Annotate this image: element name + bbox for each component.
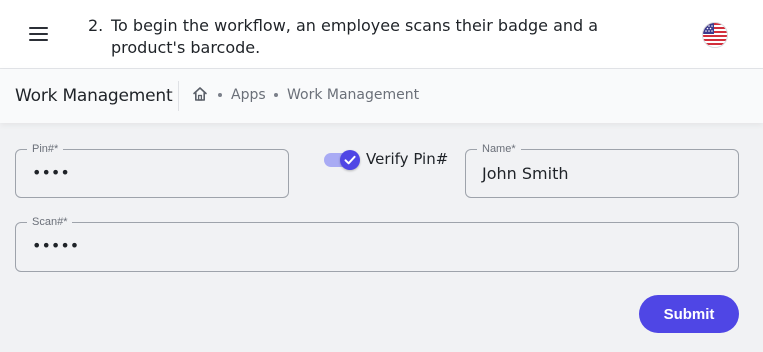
scan-field[interactable]: Scan#* ••••• — [15, 215, 739, 272]
home-icon[interactable] — [192, 86, 208, 102]
pin-label: Pin#* — [27, 142, 64, 156]
breadcrumb-item-apps[interactable]: Apps — [231, 87, 266, 103]
instruction-number: 2. — [88, 16, 104, 35]
verify-pin-toggle[interactable] — [324, 150, 360, 170]
us-flag-icon[interactable] — [702, 22, 728, 48]
scan-value: ••••• — [32, 236, 80, 255]
breadcrumb-separator — [218, 93, 222, 97]
pin-value: •••• — [32, 163, 70, 182]
verify-pin-label: Verify Pin# — [366, 150, 449, 168]
breadcrumb-bar: Work Management Apps Work Management — [0, 69, 763, 123]
name-field[interactable]: Name* John Smith — [465, 142, 739, 198]
top-bar: 2. To begin the workflow, an employee sc… — [0, 0, 763, 69]
page-title: Work Management — [15, 86, 173, 106]
toggle-thumb — [340, 150, 360, 170]
name-value: John Smith — [482, 164, 569, 183]
pin-field[interactable]: Pin#* •••• — [15, 142, 289, 198]
name-label: Name* — [477, 142, 521, 156]
hamburger-menu-icon[interactable] — [29, 27, 48, 41]
submit-button[interactable]: Submit — [639, 295, 739, 333]
instruction-text: 2. To begin the workflow, an employee sc… — [88, 15, 608, 59]
check-icon — [344, 155, 356, 165]
scan-label: Scan#* — [27, 215, 73, 229]
breadcrumb-separator — [274, 93, 278, 97]
divider — [178, 81, 179, 111]
instruction-body: To begin the workflow, an employee scans… — [111, 16, 599, 57]
breadcrumb-item-work-management[interactable]: Work Management — [287, 87, 419, 103]
